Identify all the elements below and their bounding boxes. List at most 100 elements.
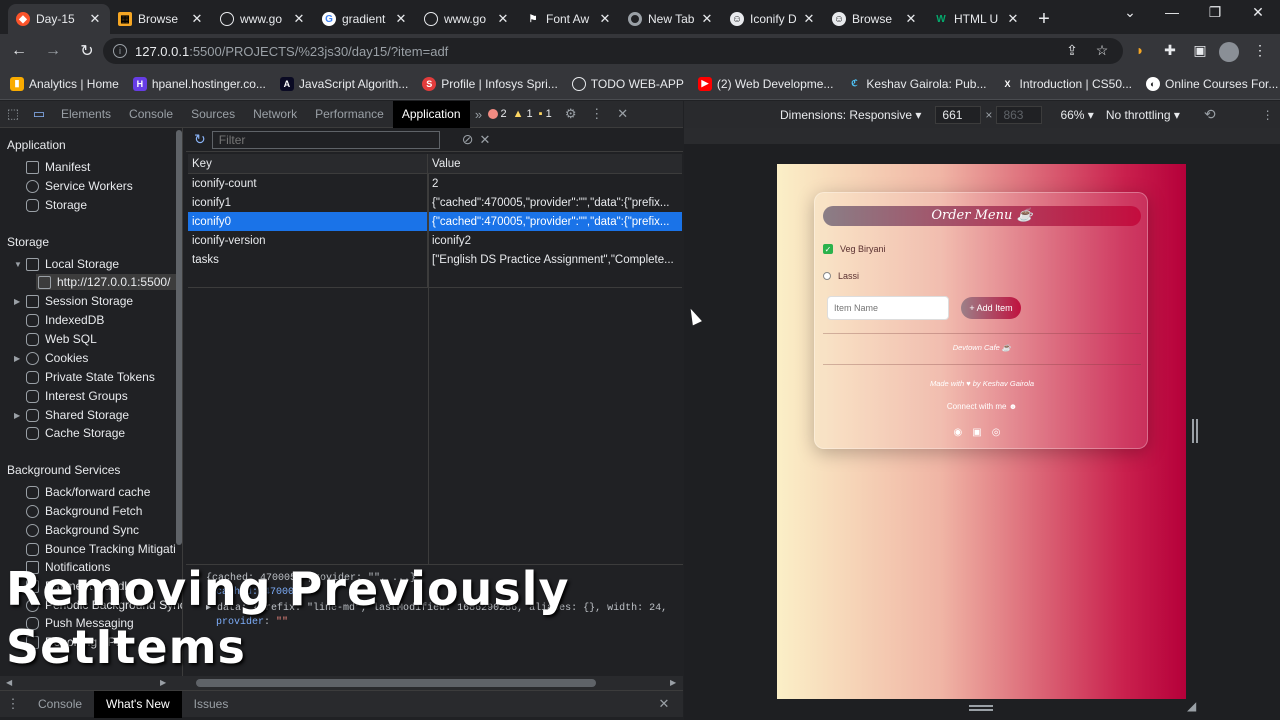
- item-name-input[interactable]: [827, 296, 949, 320]
- instagram-icon[interactable]: ◎: [992, 427, 1011, 438]
- device-toolbar-icon[interactable]: ▭: [26, 101, 52, 128]
- share-icon[interactable]: ⇪: [1062, 42, 1082, 62]
- reload-icon[interactable]: ↻: [72, 36, 102, 66]
- scroll-right-icon[interactable]: ▶: [160, 678, 166, 687]
- sidebar-item-background-sync[interactable]: Background Sync: [26, 523, 139, 537]
- sidepanel-icon[interactable]: ▣: [1190, 42, 1210, 62]
- rotate-icon[interactable]: ⟲: [1204, 106, 1216, 123]
- sidebar-item-background-fetch[interactable]: Background Fetch: [26, 504, 142, 518]
- devtools-menu-icon[interactable]: ⋮: [584, 101, 610, 128]
- table-row[interactable]: iconify-version iconify2: [188, 231, 682, 250]
- restore-icon[interactable]: ❐: [1195, 4, 1235, 26]
- filter-input[interactable]: [211, 130, 440, 149]
- puzzle-icon[interactable]: ✚: [1160, 42, 1180, 62]
- resize-handle-right[interactable]: [1192, 419, 1198, 443]
- zoom-select[interactable]: 66% ▾: [1060, 108, 1093, 122]
- drawer-menu-icon[interactable]: ⋮: [0, 691, 26, 718]
- issues-badge[interactable]: ▪ 1: [539, 108, 552, 120]
- window-close-icon[interactable]: ✕: [1238, 4, 1278, 26]
- scroll-thumb[interactable]: [196, 679, 596, 687]
- sidebar-item-interest-groups[interactable]: Interest Groups: [26, 389, 128, 403]
- browser-tab[interactable]: W HTML U ✕: [926, 4, 1028, 34]
- add-item-button[interactable]: + Add Item: [961, 297, 1021, 319]
- browser-tab[interactable]: New Tab ✕: [620, 4, 722, 34]
- tab-network[interactable]: Network: [244, 101, 306, 128]
- browser-tab[interactable]: ◆ Day-15 ✕: [8, 4, 110, 34]
- bookmark-item[interactable]: ▶ (2) Web Developme...: [697, 76, 833, 91]
- close-tab-icon[interactable]: ✕: [496, 11, 510, 27]
- sidebar-item-web-sql[interactable]: Web SQL: [26, 332, 97, 346]
- order-item[interactable]: Lassi: [823, 271, 859, 281]
- extension-icon[interactable]: ◗: [1130, 42, 1150, 62]
- expand-right-icon[interactable]: ▶: [14, 354, 20, 363]
- expand-down-icon[interactable]: ▼: [14, 260, 22, 269]
- close-tab-icon[interactable]: ✕: [292, 11, 306, 27]
- sidebar-item-storage[interactable]: Storage: [26, 198, 87, 212]
- minimize-icon[interactable]: —: [1152, 4, 1192, 26]
- table-row[interactable]: iconify-count 2: [188, 174, 682, 193]
- tab-issues[interactable]: Issues: [182, 691, 241, 718]
- sidebar-item-session-storage[interactable]: ▶ Session Storage: [14, 294, 133, 308]
- value-column-header[interactable]: Value: [428, 154, 682, 173]
- width-input[interactable]: [935, 105, 982, 124]
- more-tabs-icon[interactable]: »: [470, 101, 488, 128]
- browser-tab[interactable]: ⚑ Font Aw ✕: [518, 4, 620, 34]
- refresh-icon[interactable]: ↻: [194, 131, 206, 148]
- github-icon[interactable]: ◉: [954, 427, 973, 438]
- tab-application[interactable]: Application: [392, 100, 470, 128]
- address-bar[interactable]: i 127.0.0.1:5500/PROJECTS/%23js30/day15/…: [103, 38, 1123, 64]
- close-tab-icon[interactable]: ✕: [598, 11, 612, 27]
- order-item[interactable]: ✓ Veg Biryani: [823, 244, 886, 254]
- horizontal-scrollbar[interactable]: ◀ ▶ ▶: [0, 676, 683, 690]
- sidebar-item-manifest[interactable]: Manifest: [26, 160, 90, 174]
- browser-tab[interactable]: www.go ✕: [416, 4, 518, 34]
- info-icon[interactable]: i: [113, 44, 127, 58]
- forward-arrow-icon[interactable]: →: [38, 36, 68, 66]
- close-drawer-icon[interactable]: ✕: [651, 691, 677, 718]
- avatar[interactable]: [1219, 42, 1239, 62]
- bookmark-item[interactable]: X Introduction | CS50...: [1001, 77, 1132, 91]
- settings-gear-icon[interactable]: ⚙: [558, 101, 584, 128]
- kebab-menu-icon[interactable]: ⋮: [1250, 42, 1270, 62]
- key-column-header[interactable]: Key: [188, 154, 428, 173]
- throttling-select[interactable]: No throttling ▾: [1106, 108, 1180, 122]
- close-tab-icon[interactable]: ✕: [394, 11, 408, 27]
- delete-selected-icon[interactable]: ✕: [479, 132, 490, 148]
- table-row[interactable]: iconify1 {"cached":470005,"provider":"",…: [188, 193, 682, 212]
- bookmark-item[interactable]: ◐ Online Courses For...: [1146, 76, 1278, 91]
- close-tab-icon[interactable]: ✕: [190, 11, 204, 27]
- sidebar-item-cache-storage[interactable]: Cache Storage: [26, 426, 125, 440]
- bookmark-item[interactable]: ℭ Keshav Gairola: Pub...: [847, 77, 986, 91]
- browser-tab[interactable]: G gradient ✕: [314, 4, 416, 34]
- scroll-right-icon[interactable]: ▶: [670, 678, 676, 687]
- checkbox[interactable]: [823, 272, 831, 280]
- sidebar-item-private-state-tokens[interactable]: Private State Tokens: [26, 370, 155, 384]
- sidebar-item-local-storage[interactable]: ▼ Local Storage: [14, 257, 119, 271]
- back-arrow-icon[interactable]: ←: [4, 36, 34, 66]
- new-tab-button[interactable]: +: [1028, 4, 1060, 34]
- tab-performance[interactable]: Performance: [306, 101, 393, 128]
- close-tab-icon[interactable]: ✕: [1006, 11, 1020, 27]
- close-tab-icon[interactable]: ✕: [700, 11, 714, 27]
- close-tab-icon[interactable]: ✕: [802, 11, 816, 27]
- resize-handle-bottom[interactable]: [969, 705, 993, 711]
- browser-tab[interactable]: ▦ Browse ✕: [110, 4, 212, 34]
- height-input[interactable]: [996, 105, 1043, 124]
- close-tab-icon[interactable]: ✕: [904, 11, 918, 27]
- sidebar-item-bfcache[interactable]: Back/forward cache: [26, 485, 150, 499]
- tab-search-icon[interactable]: ⌄: [1110, 4, 1150, 26]
- browser-tab[interactable]: www.go ✕: [212, 4, 314, 34]
- bookmark-item[interactable]: S Profile | Infosys Spri...: [422, 76, 558, 91]
- close-tab-icon[interactable]: ✕: [88, 11, 102, 27]
- inspect-element-icon[interactable]: ⬚: [0, 101, 26, 128]
- linkedin-icon[interactable]: ▣: [972, 427, 991, 438]
- tab-elements[interactable]: Elements: [52, 101, 120, 128]
- warning-badge[interactable]: ▲ 1: [513, 108, 533, 120]
- resize-corner-icon[interactable]: ◢: [1187, 699, 1196, 713]
- scroll-left-icon[interactable]: ◀: [6, 678, 12, 687]
- star-icon[interactable]: ☆: [1092, 42, 1112, 62]
- table-row-selected[interactable]: iconify0 {"cached":470005,"provider":"",…: [188, 212, 682, 231]
- bookmark-item[interactable]: TODO WEB-APP: [571, 76, 684, 91]
- tab-whats-new[interactable]: What's New: [94, 690, 182, 718]
- browser-tab[interactable]: ☺ Browse ✕: [824, 4, 926, 34]
